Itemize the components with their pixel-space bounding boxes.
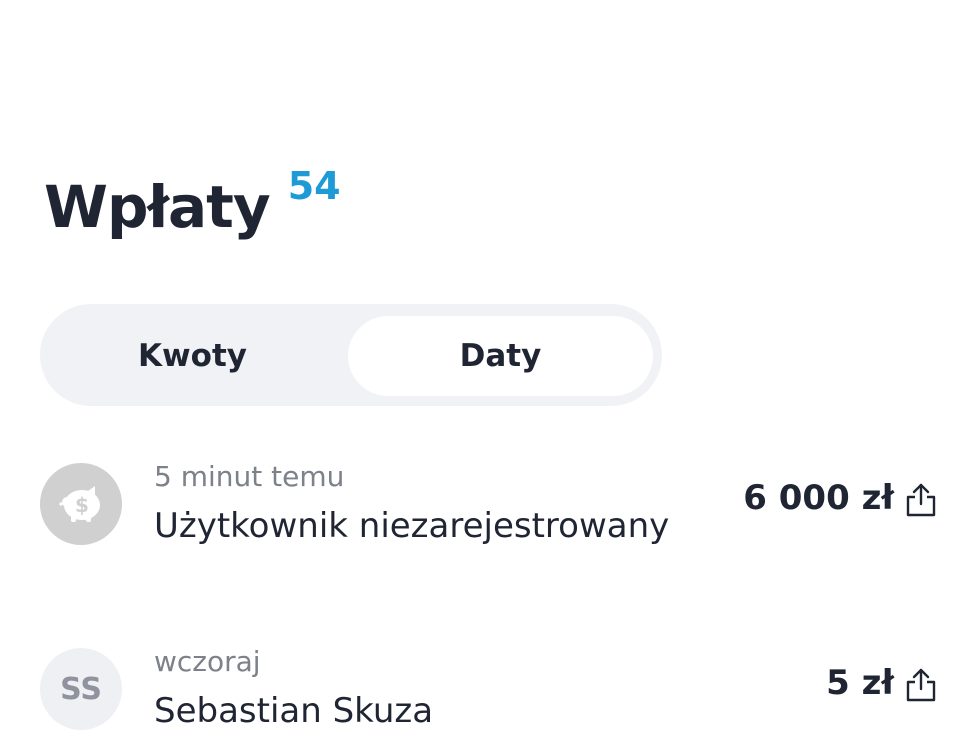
page-header: Wpłaty 54 bbox=[44, 164, 341, 246]
avatar-initials: SS bbox=[40, 648, 122, 730]
avatar: $ bbox=[40, 463, 122, 545]
payment-list-item[interactable]: $ 5 minut temu Użytkownik niezarejestrow… bbox=[0, 440, 960, 560]
payment-name: Użytkownik niezarejestrowany bbox=[154, 506, 670, 546]
payment-amount: 6 000 zł bbox=[743, 478, 894, 518]
segment-kwoty[interactable]: Kwoty bbox=[80, 316, 305, 396]
payment-name: Sebastian Skuza bbox=[154, 691, 434, 731]
payment-time: wczoraj bbox=[154, 645, 261, 678]
share-icon[interactable] bbox=[904, 667, 938, 703]
payments-count: 54 bbox=[287, 164, 341, 208]
svg-text:$: $ bbox=[75, 493, 89, 517]
segment-daty[interactable]: Daty bbox=[348, 316, 653, 396]
page-title: Wpłaty bbox=[44, 173, 271, 241]
share-icon[interactable] bbox=[904, 482, 938, 518]
payment-list-item[interactable]: SS wczoraj Sebastian Skuza 5 zł bbox=[0, 625, 960, 745]
payment-time: 5 minut temu bbox=[154, 460, 345, 493]
piggy-bank-icon: $ bbox=[59, 486, 100, 522]
sort-segmented-control: Kwoty Daty bbox=[40, 304, 662, 406]
payment-amount: 5 zł bbox=[826, 663, 894, 703]
